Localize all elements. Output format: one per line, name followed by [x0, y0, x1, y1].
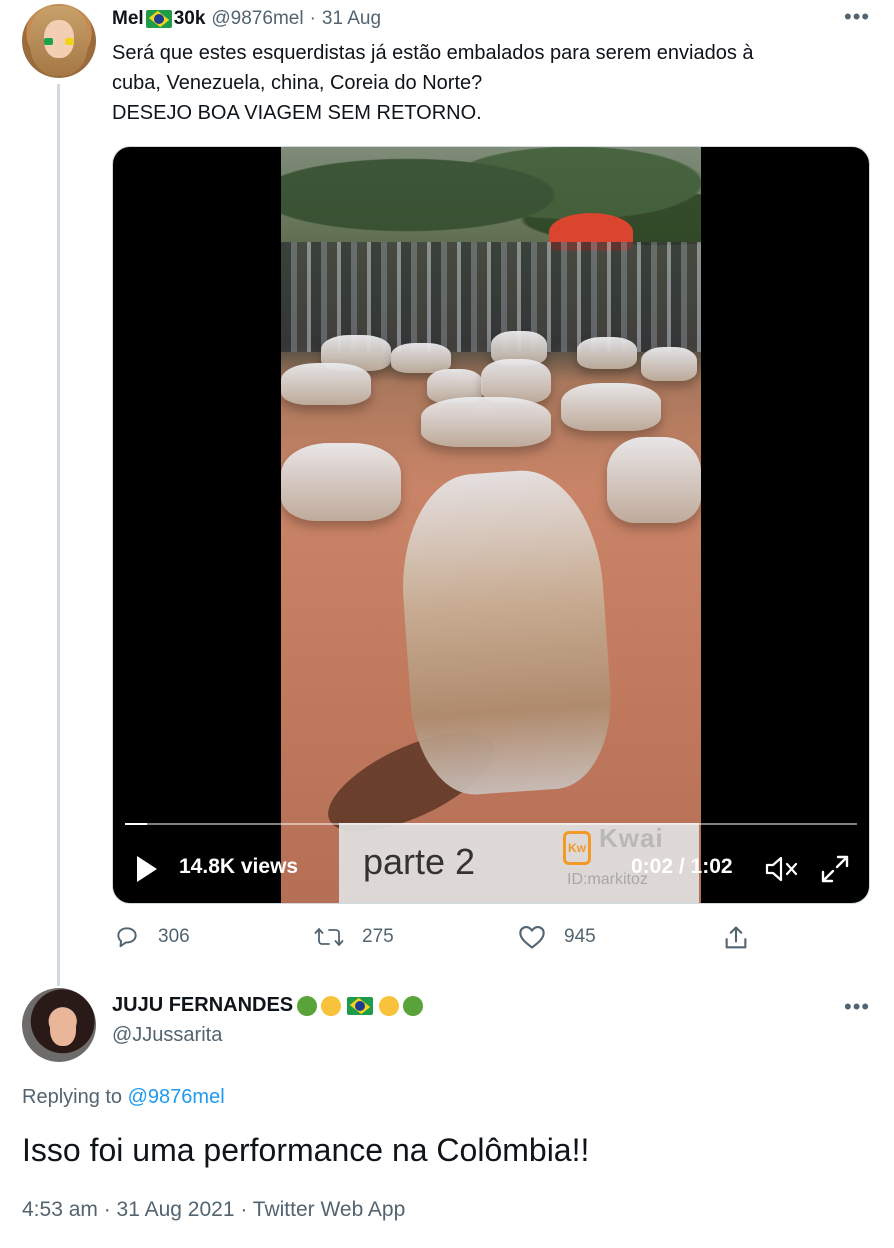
reply-avatar[interactable]: [22, 988, 96, 1062]
reply-timestamp[interactable]: 4:53 am · 31 Aug 2021 · Twitter Web App: [22, 1198, 405, 1222]
replying-to-mention[interactable]: @9876mel: [128, 1086, 225, 1108]
retweet-count: 275: [362, 926, 394, 947]
avatar[interactable]: [22, 4, 96, 78]
reply-avatar-face: [50, 1012, 76, 1046]
reply-author[interactable]: JUJU FERNANDES: [112, 994, 424, 1017]
replying-to: Replying to @9876mel: [22, 1086, 225, 1109]
yellow-heart-icon: [379, 995, 400, 1016]
author-handle[interactable]: @9876mel: [211, 8, 303, 30]
like-count: 945: [564, 926, 596, 947]
video-view-count: 14.8K views: [179, 855, 299, 878]
bag-figure: [421, 397, 551, 447]
mute-icon[interactable]: [765, 855, 799, 883]
header-separator: ·: [309, 8, 316, 29]
brazil-flag-icon: [145, 10, 172, 28]
replying-to-label: Replying to: [22, 1086, 123, 1108]
bag-figure: [577, 337, 637, 369]
tweet-text: Será que estes esquerdistas já estão emb…: [112, 38, 852, 128]
tweet-text-line: cuba, Venezuela, china, Coreia do Norte?: [112, 72, 483, 94]
reply-author-handle[interactable]: @JJussarita: [112, 1024, 222, 1047]
video-watermark: Kwai: [599, 823, 664, 853]
bag-figure: [561, 383, 661, 431]
yellow-heart-icon: [321, 995, 342, 1016]
bag-figure: [607, 437, 701, 523]
video-progress-bar[interactable]: [125, 823, 857, 825]
video-progress-fill: [125, 823, 147, 825]
tweet-header: Mel 30k @9876mel · 31 Aug: [112, 8, 381, 30]
video-caption: parte 2: [363, 841, 476, 882]
bag-figure: [391, 343, 451, 373]
face-paint-yellow: [65, 38, 74, 45]
bag-figure: [281, 363, 371, 405]
tweet-date[interactable]: 31 Aug: [322, 8, 381, 30]
brazil-flag-icon: [347, 996, 374, 1015]
more-icon[interactable]: •••: [844, 4, 870, 30]
retweet-icon: [314, 928, 344, 946]
author-name[interactable]: Mel: [112, 8, 144, 30]
tweet-text-line: Será que estes esquerdistas já estão emb…: [112, 42, 754, 64]
kwai-logo-icon: Kw: [563, 831, 591, 865]
like-icon: [519, 926, 545, 949]
video-player[interactable]: parte 2 Kw Kwai ID:markitoz 14.8K views …: [112, 146, 870, 904]
share-icon: [725, 926, 747, 949]
reply-author-name[interactable]: JUJU FERNANDES: [112, 994, 293, 1017]
reply-icon: [117, 927, 137, 948]
reply-button[interactable]: 306: [114, 924, 190, 950]
like-button[interactable]: 945: [518, 924, 596, 950]
reply-text: Isso foi uma performance na Colômbia!!: [22, 1132, 590, 1168]
video-time: 0:02 / 1:02: [631, 855, 733, 878]
share-button[interactable]: [722, 924, 768, 952]
video-frame: parte 2 Kw Kwai ID:markitoz: [281, 147, 701, 903]
fullscreen-icon[interactable]: [819, 853, 851, 885]
bag-figure: [641, 347, 697, 381]
green-heart-icon: [403, 995, 424, 1016]
play-icon[interactable]: [135, 855, 159, 883]
thread-connector-line: [57, 84, 60, 986]
reply-count: 306: [158, 926, 190, 947]
green-heart-icon: [297, 995, 318, 1016]
tweet-text-line: DESEJO BOA VIAGEM SEM RETORNO.: [112, 102, 482, 124]
face-paint-green: [44, 38, 53, 45]
author-name-suffix[interactable]: 30k: [174, 8, 206, 30]
bag-figure: [281, 443, 401, 521]
bag-figure-foreground: [395, 465, 617, 799]
retweet-button[interactable]: 275: [314, 924, 394, 950]
reply-more-icon[interactable]: •••: [844, 994, 870, 1020]
